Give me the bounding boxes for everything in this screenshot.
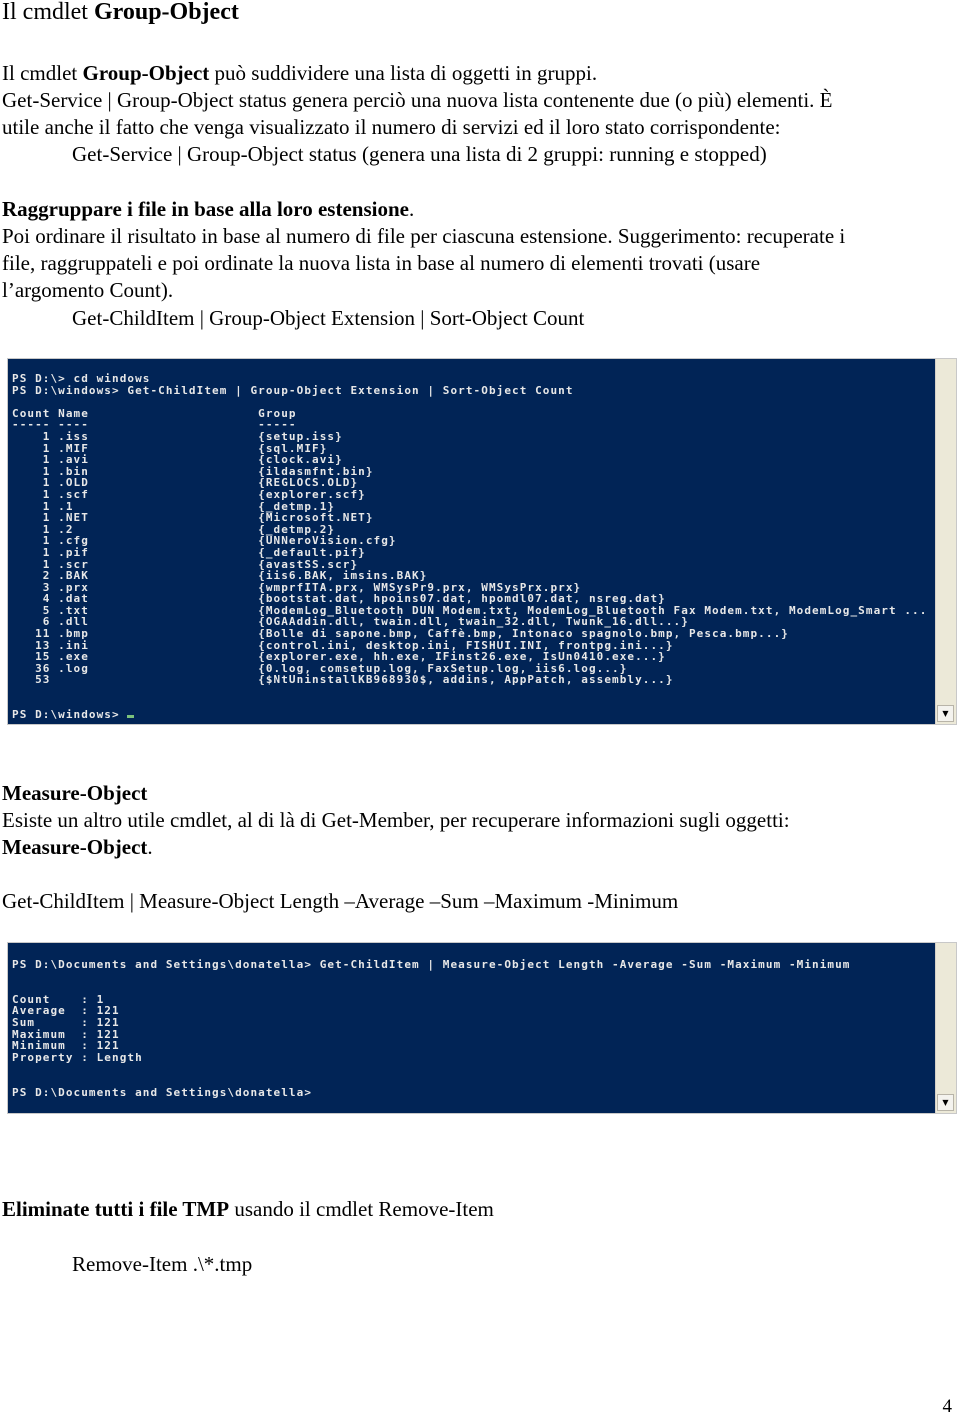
command-example: Remove-Item .\*.tmp xyxy=(72,1252,253,1276)
console-line: Count : 1 xyxy=(12,992,105,1006)
paragraph: l’argomento Count). xyxy=(2,278,174,302)
console-line: Average : 121 xyxy=(12,1004,120,1018)
paragraph: Get-Service | Group-Object status genera… xyxy=(2,88,833,112)
console-line: Sum : 121 xyxy=(12,1015,120,1029)
scroll-down-icon: ▼ xyxy=(937,705,954,722)
prompt-text: PS D:\windows> xyxy=(12,708,128,722)
paragraph: utile anche il fatto che venga visualizz… xyxy=(2,115,781,139)
console-line: Maximum : 121 xyxy=(12,1027,120,1041)
section-title: Il cmdlet Group-Object xyxy=(2,0,239,25)
console-line: 1 .iss {setup.iss} xyxy=(12,429,343,443)
command-example: Get-ChildItem | Measure-Object Length –A… xyxy=(2,889,679,913)
paragraph: Measure-Object. xyxy=(2,835,153,859)
page-number: 4 xyxy=(942,1396,953,1417)
console-line: 53 {$NtUninstallKB968930$, addins, AppPa… xyxy=(12,673,674,687)
console-prompt: PS D:\Documents and Settings\donatella> xyxy=(12,1085,851,1099)
console-line: PS D:\windows> Get-ChildItem | Group-Obj… xyxy=(12,383,574,397)
console-output: PS D:\Documents and Settings\donatella> … xyxy=(12,959,851,1098)
console-screenshot-group-object: PS D:\> cd windows PS D:\windows> Get-Chi… xyxy=(7,358,957,725)
console-line: 1 .NET {Microsoft.NET} xyxy=(12,511,374,525)
paragraph: file, raggruppateli e poi ordinate la nu… xyxy=(2,251,761,275)
console-line: Minimum : 121 xyxy=(12,1039,120,1053)
cursor-icon xyxy=(127,715,135,719)
prompt-text: PS D:\Documents and Settings\donatella> xyxy=(12,1085,313,1099)
console-line: 2 .BAK {iis6.BAK, imsins.BAK} xyxy=(12,569,428,583)
scroll-down-icon: ▼ xyxy=(937,1094,954,1111)
paragraph: Il cmdlet Group-Object può suddividere u… xyxy=(2,61,598,85)
console-prompt: PS D:\windows> xyxy=(12,709,927,721)
console-line: 1 .avi {clock.avi} xyxy=(12,453,343,467)
console-line: PS D:\Documents and Settings\donatella> … xyxy=(12,958,851,971)
console-line: 1 .scf {explorer.scf} xyxy=(12,487,366,501)
scrollbar: ▼ xyxy=(935,359,956,724)
section-heading: Eliminate tutti i file TMP usando il cmd… xyxy=(2,1197,494,1221)
console-line: 11 .bmp {Bolle di sapone.bmp, Caffè.bmp,… xyxy=(12,627,789,641)
console-screenshot-measure-object: PS D:\Documents and Settings\donatella> … xyxy=(7,942,957,1114)
console-output: PS D:\> cd windows PS D:\windows> Get-Chi… xyxy=(12,373,927,721)
console-line: 1 .pif {_default.pif} xyxy=(12,545,366,559)
command-example: Get-Service | Group-Object status (gener… xyxy=(72,142,767,166)
paragraph: Esiste un altro utile cmdlet, al di là d… xyxy=(2,808,790,832)
console-line: PS D:\> cd windows xyxy=(12,372,151,385)
command-example: Get-ChildItem | Group-Object Extension |… xyxy=(72,306,585,330)
section-heading: Measure-Object xyxy=(2,781,148,805)
scrollbar: ▼ xyxy=(935,943,956,1113)
section-heading: Raggruppare i file in base alla loro est… xyxy=(2,197,415,221)
paragraph: Poi ordinare il risultato in base al num… xyxy=(2,224,846,248)
console-line: Property : Length xyxy=(12,1050,143,1064)
